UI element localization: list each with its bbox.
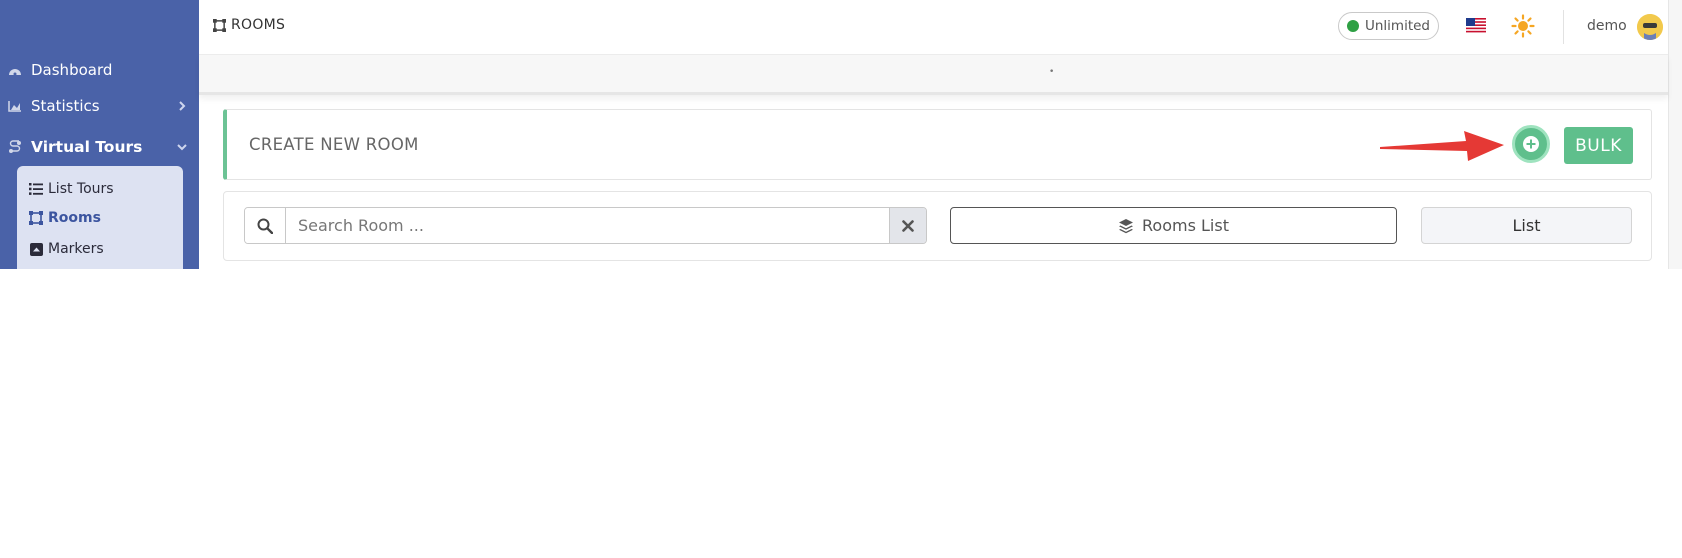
rooms-list-label: Rooms List bbox=[1142, 216, 1229, 235]
header-divider bbox=[1563, 10, 1564, 44]
search-icon bbox=[245, 208, 286, 243]
plan-badge: Unlimited bbox=[1338, 12, 1439, 40]
sidebar-item-label: Statistics bbox=[31, 97, 100, 115]
create-room-title: CREATE NEW ROOM bbox=[249, 135, 419, 154]
vector-square-icon bbox=[29, 211, 43, 225]
plus-circle-icon bbox=[1523, 136, 1539, 152]
sidebar: Dashboard Statistics Virtual Tours List … bbox=[0, 0, 199, 269]
scrollbar-track[interactable] bbox=[1668, 0, 1682, 269]
chevron-right-icon bbox=[175, 99, 189, 113]
submenu-item-label: List Tours bbox=[48, 181, 114, 197]
search-group bbox=[244, 207, 927, 244]
submenu-item-label: Rooms bbox=[48, 210, 101, 226]
submenu-item-list-tours[interactable]: List Tours bbox=[29, 177, 114, 201]
submenu-item-label: Markers bbox=[48, 241, 104, 257]
sidebar-item-statistics[interactable]: Statistics bbox=[0, 91, 199, 121]
close-icon bbox=[902, 219, 914, 232]
content-area bbox=[0, 269, 1682, 558]
sidebar-item-label: Virtual Tours bbox=[31, 138, 143, 156]
sidebar-item-dashboard[interactable]: Dashboard bbox=[0, 55, 199, 85]
sidebar-item-label: Dashboard bbox=[31, 61, 113, 79]
submenu-item-rooms[interactable]: Rooms bbox=[29, 206, 101, 230]
user-name[interactable]: demo bbox=[1587, 18, 1627, 34]
loading-dot-icon: • bbox=[1049, 67, 1055, 77]
bulk-button[interactable]: BULK bbox=[1564, 127, 1633, 164]
submenu-item-markers[interactable]: Markers bbox=[29, 237, 104, 261]
plan-badge-label: Unlimited bbox=[1364, 18, 1430, 34]
sun-icon[interactable] bbox=[1511, 14, 1535, 38]
rooms-list-button[interactable]: Rooms List bbox=[950, 207, 1397, 244]
top-bar: ROOMS Unlimited demo bbox=[199, 0, 1682, 55]
red-arrow-icon bbox=[1380, 131, 1504, 161]
page-title: ROOMS bbox=[231, 17, 286, 33]
add-room-button[interactable] bbox=[1512, 125, 1550, 163]
sidebar-item-virtual-tours[interactable]: Virtual Tours bbox=[0, 132, 199, 162]
avatar[interactable] bbox=[1637, 14, 1663, 40]
chart-area-icon bbox=[8, 99, 22, 113]
search-input[interactable] bbox=[286, 208, 889, 243]
virtual-tours-submenu: List Tours Rooms Markers bbox=[17, 166, 183, 269]
sidebar-header bbox=[0, 0, 199, 48]
vector-square-icon bbox=[213, 18, 226, 32]
breadcrumb: ROOMS bbox=[213, 17, 285, 33]
route-icon bbox=[8, 140, 22, 154]
loading-strip: • bbox=[199, 55, 1668, 95]
us-flag-icon[interactable] bbox=[1466, 18, 1486, 33]
layer-group-icon bbox=[1118, 218, 1134, 234]
dashboard-icon bbox=[8, 63, 22, 77]
list-icon bbox=[29, 182, 43, 196]
status-dot-icon bbox=[1346, 20, 1359, 32]
clear-search-button[interactable] bbox=[889, 208, 926, 243]
chevron-down-icon bbox=[175, 140, 189, 154]
view-mode-button[interactable]: List bbox=[1421, 207, 1632, 244]
caret-square-up-icon bbox=[29, 242, 43, 256]
